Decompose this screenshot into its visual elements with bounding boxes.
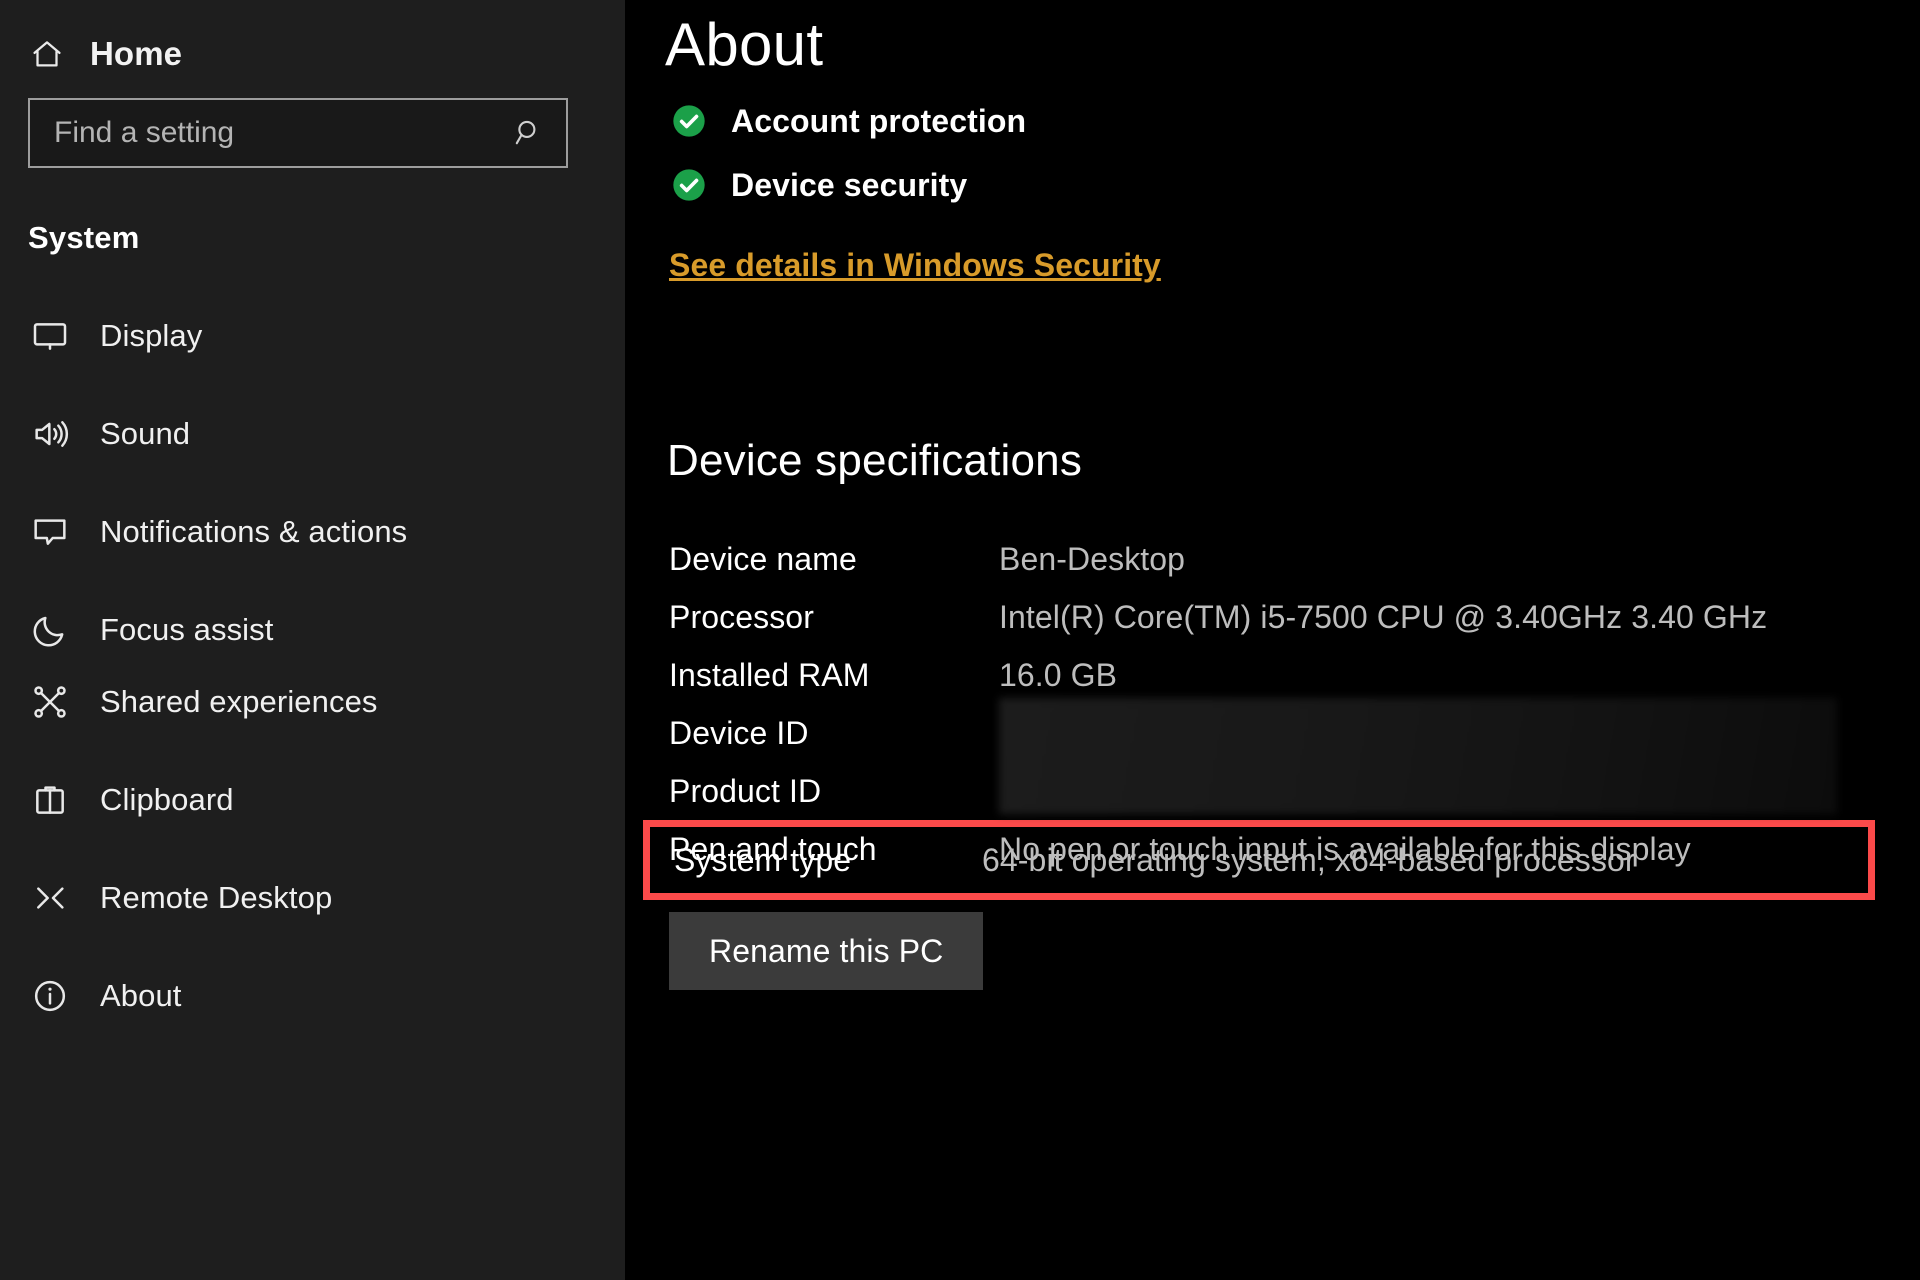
sidebar: Home System Display Sound Notifications & … (0, 0, 625, 1280)
chat-bubble-icon (28, 510, 72, 554)
speaker-icon (28, 412, 72, 456)
clipboard-icon (28, 778, 72, 822)
search-box[interactable] (28, 98, 568, 168)
sidebar-item-label: About (100, 978, 182, 1014)
spec-key: Device name (669, 530, 999, 588)
sidebar-item-label: Shared experiences (100, 684, 378, 720)
home-label: Home (90, 35, 182, 73)
sidebar-item-sound[interactable]: Sound (0, 398, 625, 470)
sidebar-item-label: Clipboard (100, 782, 234, 818)
green-check-icon (669, 101, 709, 141)
sidebar-item-label: Notifications & actions (100, 514, 407, 550)
spec-value: 16.0 GB (999, 646, 1117, 704)
sidebar-item-clipboard[interactable]: Clipboard (0, 764, 625, 836)
status-label: Account protection (731, 103, 1026, 140)
sidebar-item-home[interactable]: Home (0, 22, 625, 86)
nav-spacer (0, 470, 625, 496)
rename-this-pc-button[interactable]: Rename this PC (669, 912, 983, 990)
sidebar-item-about[interactable]: About (0, 960, 625, 1032)
remote-desktop-icon (28, 876, 72, 920)
status-label: Device security (731, 167, 967, 204)
status-badge: Account protection (665, 101, 1920, 141)
spec-key: Installed RAM (669, 646, 999, 704)
spec-value: Intel(R) Core(TM) i5-7500 CPU @ 3.40GHz … (999, 588, 1767, 646)
search-icon[interactable] (510, 114, 548, 152)
windows-security-link[interactable]: See details in Windows Security (665, 247, 1161, 284)
share-nodes-icon (28, 680, 72, 724)
sidebar-item-display[interactable]: Display (0, 300, 625, 372)
nav-spacer (0, 372, 625, 398)
search-input[interactable] (54, 116, 510, 150)
sidebar-item-label: Display (100, 318, 202, 354)
spec-row: ProcessorIntel(R) Core(TM) i5-7500 CPU @… (669, 588, 1920, 646)
spec-row: Installed RAM16.0 GB (669, 646, 1920, 704)
sidebar-item-notifications-actions[interactable]: Notifications & actions (0, 496, 625, 568)
spec-row: Device ID (669, 704, 1920, 762)
sidebar-item-label: Remote Desktop (100, 880, 332, 916)
sidebar-item-focus-assist[interactable]: Focus assist (0, 594, 625, 666)
sidebar-nav: Display Sound Notifications & actions Focus… (0, 300, 625, 1032)
sidebar-group-title: System (28, 220, 625, 256)
spec-row: Device nameBen-Desktop (669, 530, 1920, 588)
sidebar-item-shared-experiences[interactable]: Shared experiences (0, 666, 625, 738)
home-icon (30, 37, 64, 71)
info-circle-icon (28, 974, 72, 1018)
settings-window: Home System Display Sound Notifications & … (0, 0, 1920, 1280)
spec-key: Pen and touch (669, 820, 999, 878)
spec-key: Processor (669, 588, 999, 646)
page-title: About (665, 10, 1920, 79)
moon-icon (28, 608, 72, 652)
nav-spacer (0, 836, 625, 862)
spec-value: No pen or touch input is available for t… (999, 820, 1691, 878)
device-specifications-table: Device nameBen-DesktopProcessorIntel(R) … (665, 530, 1920, 878)
nav-spacer (0, 738, 625, 764)
spec-row: Product ID (669, 762, 1920, 820)
green-check-icon (669, 165, 709, 205)
nav-spacer (0, 934, 625, 960)
nav-spacer (0, 568, 625, 594)
security-status-list: Account protection Device security (665, 101, 1920, 205)
spec-value: Ben-Desktop (999, 530, 1185, 588)
monitor-icon (28, 314, 72, 358)
sidebar-item-label: Sound (100, 416, 190, 452)
main-content: About Account protectionDevice security … (625, 0, 1920, 1280)
spec-row: Pen and touchNo pen or touch input is av… (669, 820, 1920, 878)
spec-key: Product ID (669, 762, 999, 820)
device-specifications-heading: Device specifications (665, 436, 1920, 486)
sidebar-item-label: Focus assist (100, 612, 273, 648)
sidebar-item-remote-desktop[interactable]: Remote Desktop (0, 862, 625, 934)
spec-key: Device ID (669, 704, 999, 762)
status-badge: Device security (665, 165, 1920, 205)
